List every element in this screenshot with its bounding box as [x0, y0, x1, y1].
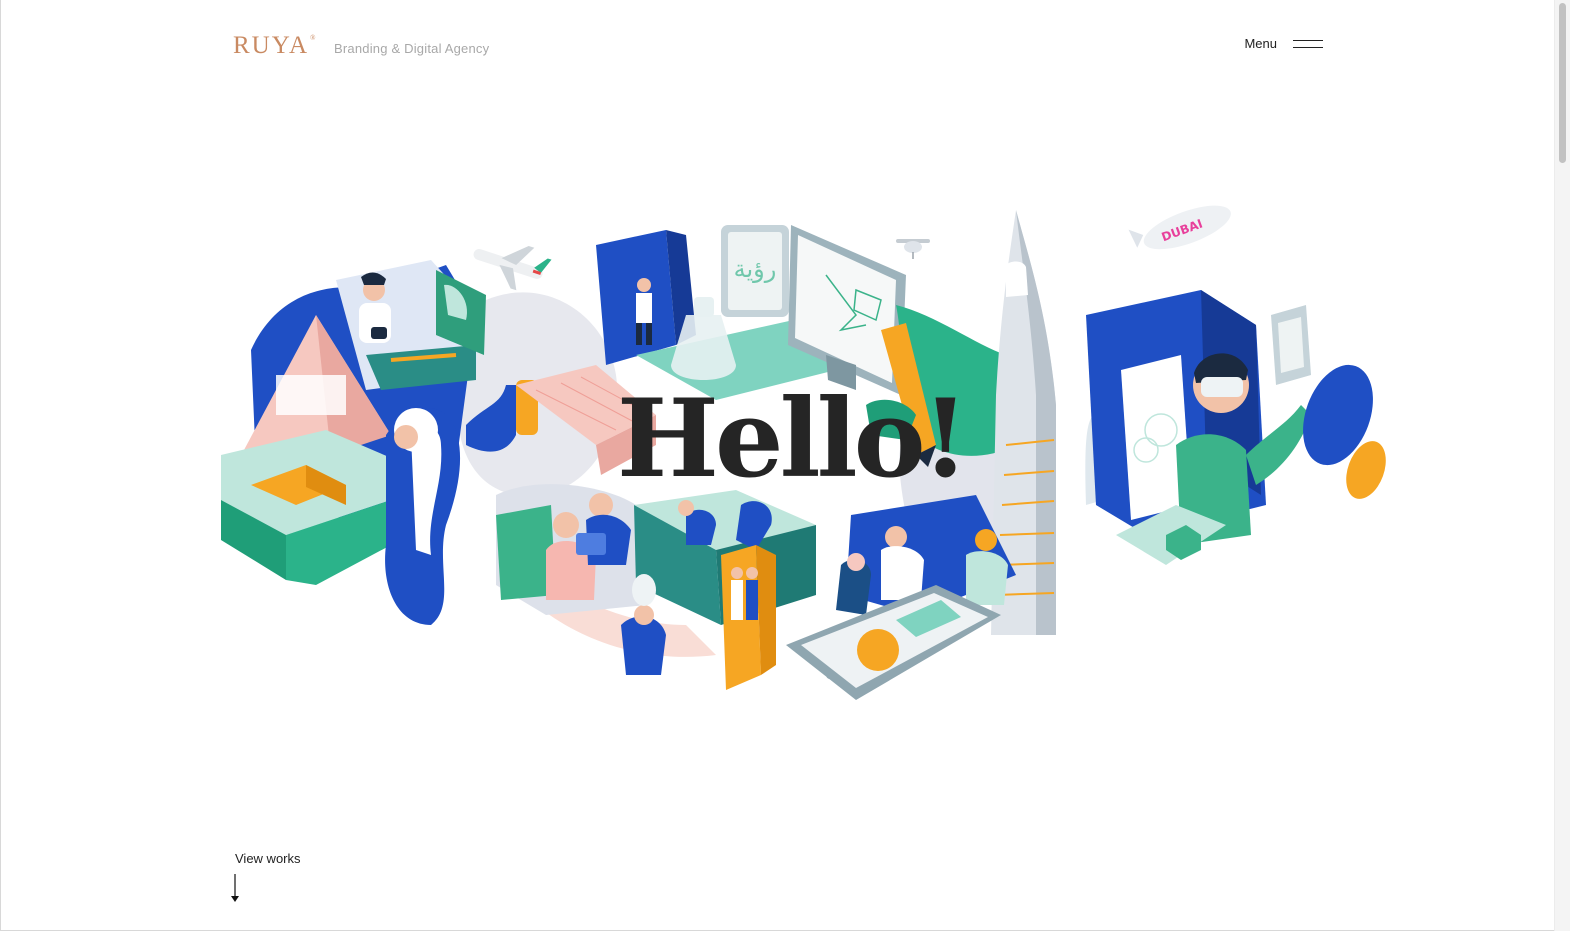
hamburger-icon — [1293, 39, 1323, 49]
menu-button[interactable]: Menu — [1244, 36, 1323, 51]
arabic-sign-text: رؤية — [734, 255, 777, 283]
hero-headline: Hello! — [616, 376, 969, 502]
scroll-thumb[interactable] — [1559, 3, 1566, 163]
arrow-down-icon[interactable] — [229, 874, 241, 904]
logo-text: RUYA — [233, 32, 310, 59]
vertical-scrollbar[interactable] — [1554, 0, 1570, 931]
agency-tagline: Branding & Digital Agency — [334, 41, 490, 56]
registered-mark: ® — [310, 33, 318, 42]
site-header: RUYA® Branding & Digital Agency Menu — [233, 30, 1323, 70]
view-works-link[interactable]: View works — [235, 851, 301, 866]
ruya-logo[interactable]: RUYA® — [233, 32, 317, 60]
menu-label: Menu — [1244, 36, 1277, 51]
browser-viewport: RUYA® Branding & Digital Agency Menu رؤي… — [0, 0, 1570, 931]
